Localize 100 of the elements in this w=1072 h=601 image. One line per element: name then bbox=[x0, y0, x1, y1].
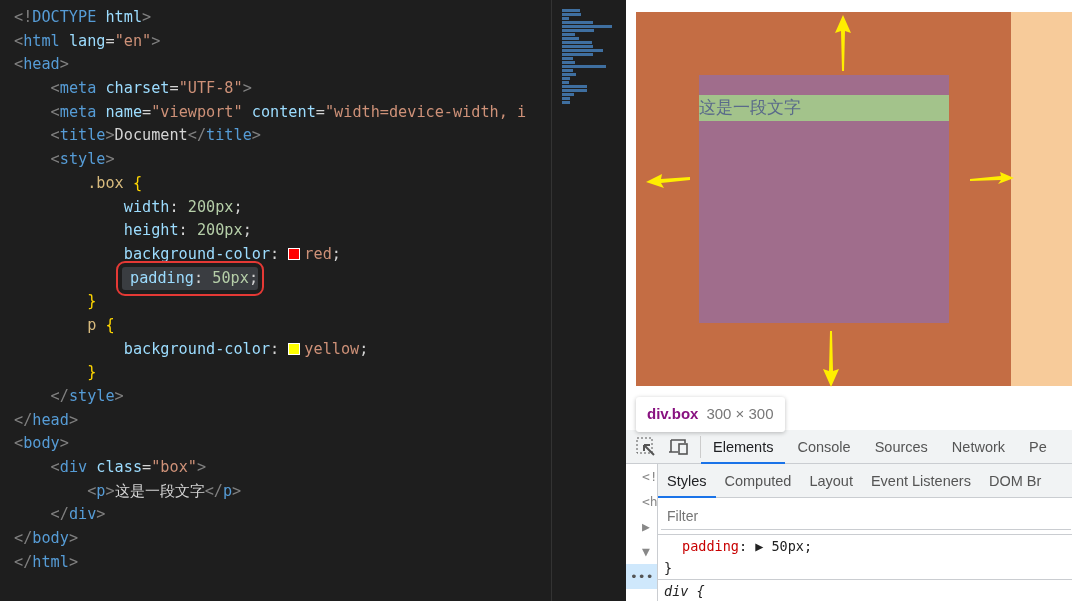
code-token: = bbox=[142, 458, 152, 477]
css-value: 50px; bbox=[771, 538, 813, 554]
code-token: > bbox=[68, 410, 79, 429]
tooltip-size: 300 × 300 bbox=[706, 405, 774, 422]
code-token: ; bbox=[233, 197, 243, 216]
inspect-icon[interactable] bbox=[636, 436, 656, 457]
styles-tab[interactable]: Styles bbox=[658, 464, 716, 498]
code-token: "en" bbox=[114, 31, 152, 50]
code-token: < bbox=[50, 102, 60, 121]
left-arrow-icon bbox=[646, 172, 690, 188]
code-token: ; bbox=[242, 221, 252, 240]
code-token: ; bbox=[359, 339, 369, 358]
device-icon[interactable] bbox=[668, 436, 690, 457]
code-token: : bbox=[194, 268, 204, 287]
code-token: < bbox=[14, 31, 24, 50]
devtools-tab[interactable]: Sources bbox=[862, 429, 940, 464]
devtools-tab[interactable]: Console bbox=[785, 429, 863, 464]
code-token: ; bbox=[248, 268, 259, 287]
css-property: padding bbox=[682, 538, 739, 554]
code-token: width bbox=[123, 197, 170, 216]
color-swatch[interactable] bbox=[288, 247, 301, 260]
color-swatch[interactable] bbox=[288, 342, 301, 355]
code-token: content bbox=[251, 102, 316, 121]
code-token: DOCTYPE bbox=[32, 8, 97, 26]
code-token: head bbox=[23, 55, 60, 74]
code-token: > bbox=[196, 458, 207, 477]
code-token: > bbox=[59, 55, 69, 74]
code-token: < bbox=[87, 481, 97, 500]
code-token: </ bbox=[50, 387, 69, 405]
code-token: name bbox=[105, 102, 143, 121]
code-token: "UTF-8" bbox=[178, 79, 243, 98]
code-token: </ bbox=[14, 529, 33, 548]
code-token: </ bbox=[14, 410, 33, 429]
code-token: 200px bbox=[196, 221, 243, 240]
minimap[interactable] bbox=[551, 0, 626, 601]
code-token: class bbox=[96, 458, 143, 477]
code-token: < bbox=[50, 150, 60, 169]
devtools-tab[interactable]: Network bbox=[939, 429, 1018, 464]
dom-gutter-text: <h bbox=[641, 493, 657, 511]
css-colon: : bbox=[738, 538, 748, 554]
styles-tab[interactable]: DOM Br bbox=[979, 464, 1051, 498]
code-token: html bbox=[105, 8, 143, 26]
dom-gutter-text: <! bbox=[641, 468, 657, 486]
code-token: : bbox=[169, 197, 179, 216]
code-token: lang bbox=[68, 31, 106, 50]
code-token: > bbox=[105, 126, 115, 145]
code-token: meta bbox=[59, 79, 97, 98]
code-token: : bbox=[270, 339, 280, 358]
code-token: html bbox=[23, 31, 60, 50]
code-token: 200px bbox=[187, 197, 234, 216]
code-token: background-color bbox=[123, 339, 271, 358]
up-arrow-icon bbox=[835, 15, 851, 71]
code-token: } bbox=[87, 363, 97, 382]
code-token: charset bbox=[105, 79, 170, 98]
styles-tab[interactable]: Layout bbox=[800, 464, 862, 498]
code-token: } bbox=[87, 292, 97, 311]
code-token: = bbox=[105, 31, 115, 50]
code-token: > bbox=[105, 150, 115, 169]
code-token: p bbox=[96, 481, 106, 500]
code-token: > bbox=[242, 79, 252, 98]
code-token: "width=device-width, i bbox=[324, 102, 527, 121]
code-token: </ bbox=[14, 552, 33, 571]
code-token: > bbox=[59, 434, 69, 453]
styles-tab[interactable]: Event Listeners bbox=[861, 464, 980, 498]
code-token: body bbox=[32, 529, 69, 548]
code-token: > bbox=[96, 505, 106, 524]
code-token: < bbox=[50, 458, 60, 477]
expand-arrow[interactable]: ▶ bbox=[755, 538, 764, 554]
code-token: p bbox=[222, 481, 233, 500]
styles-tab[interactable]: Computed bbox=[715, 464, 801, 498]
code-token: body bbox=[23, 434, 60, 453]
code-token: yellow bbox=[304, 339, 360, 358]
code-token: : bbox=[178, 221, 188, 240]
code-token: 这是一段文字 bbox=[114, 481, 205, 500]
code-token: "box" bbox=[151, 458, 197, 477]
code-token: <! bbox=[14, 8, 33, 26]
down-arrow-icon bbox=[823, 331, 839, 387]
code-token: > bbox=[151, 31, 161, 50]
tooltip-selector: div.box bbox=[647, 405, 699, 422]
code-token: > bbox=[68, 552, 79, 571]
code-token: </ bbox=[50, 505, 69, 524]
dom-gutter-text: ▼ bbox=[641, 543, 651, 561]
code-token: title bbox=[59, 126, 106, 145]
code-token: < bbox=[50, 79, 60, 98]
code-token: style bbox=[59, 150, 106, 169]
code-token: > bbox=[142, 8, 152, 26]
code-token: meta bbox=[59, 102, 97, 121]
code-token: < bbox=[14, 55, 24, 74]
code-token: p bbox=[87, 315, 97, 334]
code-token: .box bbox=[87, 173, 124, 192]
code-token: > bbox=[68, 529, 79, 548]
code-token: < bbox=[14, 434, 24, 453]
code-token: > bbox=[105, 481, 115, 500]
code-token: height bbox=[123, 221, 179, 240]
code-token: { bbox=[105, 315, 115, 334]
code-token: "viewport" bbox=[151, 102, 243, 121]
code-token: style bbox=[68, 387, 115, 405]
devtools-tab[interactable]: Pe bbox=[1017, 429, 1059, 464]
code-token: = bbox=[142, 102, 152, 121]
more-button[interactable]: ••• bbox=[626, 564, 657, 589]
